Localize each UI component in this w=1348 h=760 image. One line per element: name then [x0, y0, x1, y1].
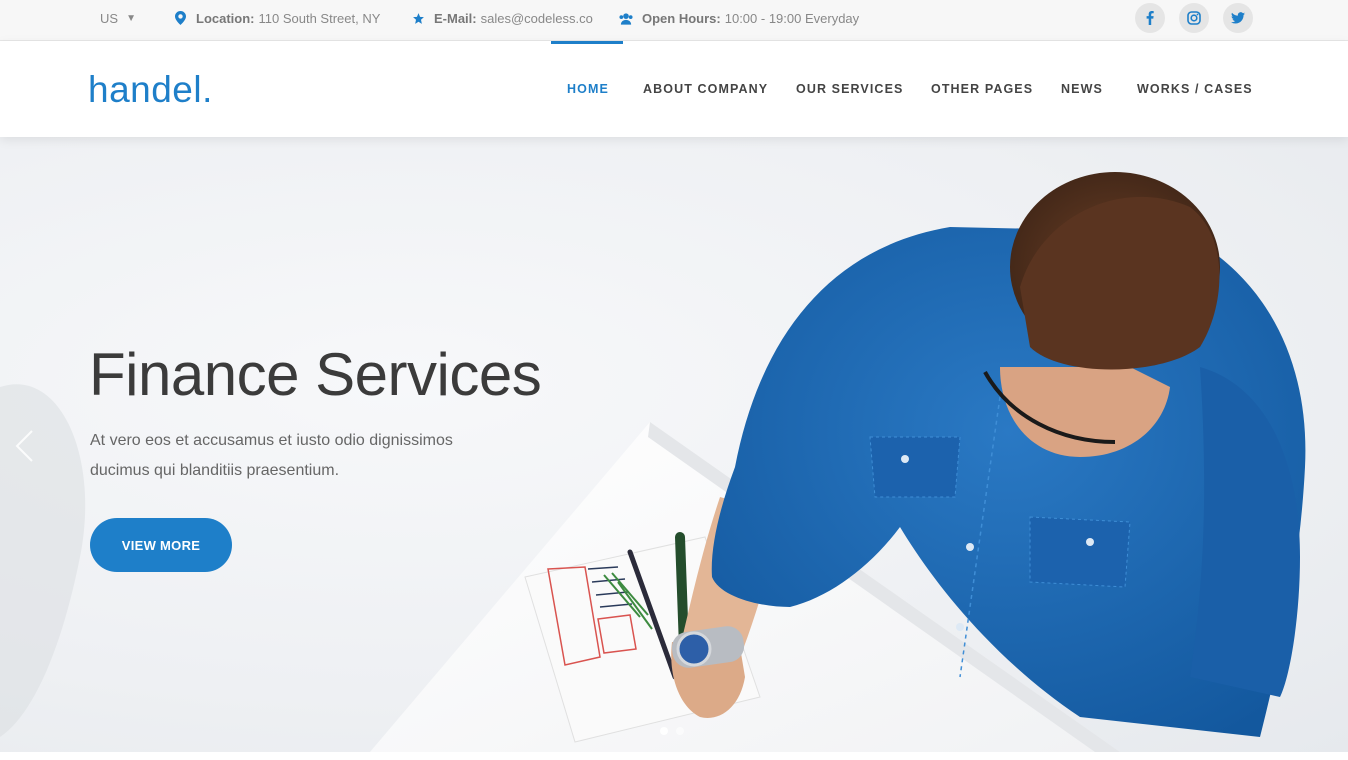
facebook-button[interactable] — [1135, 3, 1165, 33]
star-icon — [411, 11, 425, 25]
nav-about-company[interactable]: ABOUT COMPANY — [643, 41, 768, 137]
map-pin-icon — [173, 11, 187, 25]
hours-label: Open Hours: — [642, 10, 721, 26]
slider-pagination — [660, 727, 684, 735]
chevron-left-icon[interactable] — [14, 429, 34, 463]
nav-news[interactable]: NEWS — [1061, 41, 1103, 137]
twitter-icon — [1231, 12, 1245, 24]
top-bar: US ▼ Location: 110 South Street, NY E-Ma… — [0, 0, 1348, 41]
slider-dot-2[interactable] — [676, 727, 684, 735]
location-info: Location: 110 South Street, NY — [173, 0, 380, 36]
hero-description: At vero eos et accusamus et iusto odio d… — [90, 432, 453, 479]
instagram-icon — [1187, 11, 1201, 25]
hero-slider: Finance Services At vero eos et accusamu… — [0, 137, 1348, 752]
twitter-button[interactable] — [1223, 3, 1253, 33]
nav-home[interactable]: HOME — [567, 41, 609, 137]
email-label: E-Mail: — [434, 10, 477, 26]
people-icon — [619, 11, 633, 25]
site-logo[interactable]: handel. — [88, 68, 213, 112]
language-selector[interactable]: US ▼ — [100, 0, 136, 36]
page-bottom — [0, 752, 1348, 760]
site-header: handel. HOME ABOUT COMPANY OUR SERVICES … — [0, 41, 1348, 137]
nav-works-cases[interactable]: WORKS / CASES — [1137, 41, 1253, 137]
language-label: US — [100, 10, 119, 26]
slider-dot-1[interactable] — [660, 727, 668, 735]
location-label: Location: — [196, 10, 255, 26]
location-value: 110 South Street, NY — [258, 10, 381, 26]
view-more-button[interactable]: VIEW MORE — [90, 518, 232, 572]
hero-title: Finance Services — [89, 341, 542, 408]
email-info: E-Mail: sales@codeless.co — [411, 0, 593, 36]
caret-down-icon: ▼ — [126, 12, 136, 24]
hours-info: Open Hours: 10:00 - 19:00 Everyday — [619, 0, 859, 36]
hours-value: 10:00 - 19:00 Everyday — [724, 10, 860, 26]
instagram-button[interactable] — [1179, 3, 1209, 33]
email-link[interactable]: sales@codeless.co — [481, 11, 593, 26]
facebook-icon — [1146, 11, 1154, 25]
nav-other-pages[interactable]: OTHER PAGES — [931, 41, 1033, 137]
nav-our-services[interactable]: OUR SERVICES — [796, 41, 903, 137]
